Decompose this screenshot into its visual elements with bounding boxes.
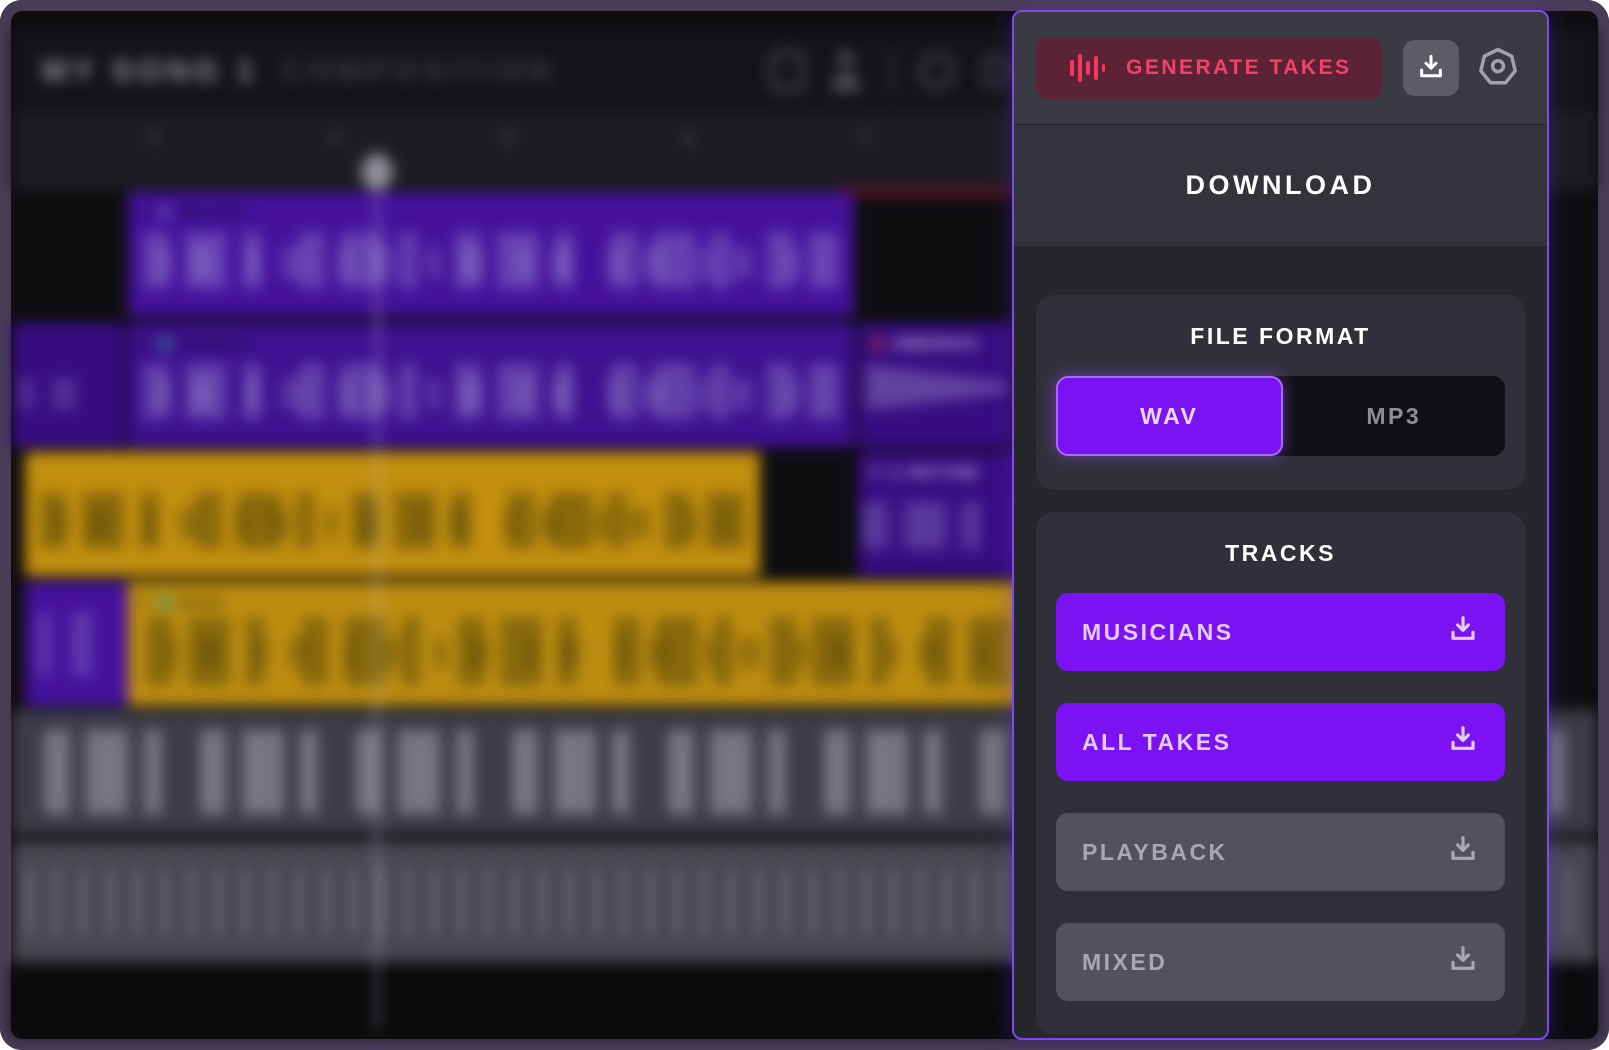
ruler-mark: 6	[684, 130, 693, 148]
snap-grid-icon	[770, 51, 804, 91]
toolbar-divider	[890, 48, 893, 94]
panel-body: FILE FORMAT WAV MP3 TRACKS MUSICIANS	[1014, 247, 1547, 1035]
muted-clip-edge	[836, 187, 1012, 197]
download-panel: GENERATE TAKES DOWNLOAD	[1012, 10, 1549, 1040]
panel-title: DOWNLOAD	[1186, 170, 1376, 201]
download-icon	[1447, 613, 1479, 651]
file-format-toggle: WAV MP3	[1056, 376, 1505, 456]
download-icon	[1447, 723, 1479, 761]
track-label: MELODY	[179, 204, 248, 220]
clip-purple-small	[25, 582, 128, 706]
download-icon	[1416, 52, 1446, 85]
download-all-takes-button[interactable]: ALL TAKES	[1056, 703, 1505, 781]
download-mixed-button[interactable]: MIXED	[1056, 923, 1505, 1001]
clip-ambience: AMBIENCE	[858, 323, 1013, 447]
download-playback-button[interactable]: PLAYBACK	[1056, 813, 1505, 891]
generate-takes-label: GENERATE TAKES	[1126, 56, 1352, 80]
song-subtitle: COMPOSITION	[281, 53, 556, 89]
clip-bass: BASS	[128, 582, 1040, 706]
download-icon	[1447, 943, 1479, 981]
download-icon	[1447, 833, 1479, 871]
format-option-mp3[interactable]: MP3	[1283, 376, 1506, 456]
file-format-card: FILE FORMAT WAV MP3	[1036, 295, 1525, 490]
format-option-wav[interactable]: WAV	[1056, 376, 1283, 456]
file-format-title: FILE FORMAT	[1056, 323, 1505, 350]
playhead-line	[376, 152, 379, 1030]
clip-chorus-tail	[12, 323, 124, 447]
gear-icon	[1477, 46, 1519, 91]
mixed-label: MIXED	[1082, 949, 1167, 976]
clip-chorus: CHORUS	[128, 323, 854, 447]
tracks-card: TRACKS MUSICIANS ALL TAKES	[1036, 512, 1525, 1035]
download-toggle-button[interactable]	[1403, 40, 1459, 96]
tracks-title: TRACKS	[1056, 540, 1505, 567]
all-takes-label: ALL TAKES	[1082, 729, 1231, 756]
waveform-icon	[1066, 48, 1106, 88]
track-label: AMBIENCE	[892, 335, 979, 351]
track-label: RHYTHM	[909, 464, 978, 480]
download-musicians-button[interactable]: MUSICIANS	[1056, 593, 1505, 671]
app-window: MY SONG 1 COMPOSITION D 3 4 5 6 7 MELODY	[0, 0, 1609, 1050]
song-title: MY SONG 1	[42, 53, 259, 89]
ruler-mark: 4	[330, 130, 339, 148]
musicians-label: MUSICIANS	[1082, 619, 1234, 646]
ruler-mark: 3	[149, 130, 158, 148]
ruler-mark: 5	[504, 130, 513, 148]
playback-label: PLAYBACK	[1082, 839, 1228, 866]
timeline-toolbar: D	[770, 44, 1014, 98]
user-icon	[830, 51, 864, 91]
ruler-mark: 7	[862, 130, 871, 148]
panel-header: GENERATE TAKES	[1014, 12, 1547, 125]
track-label: BASS	[179, 594, 224, 610]
track-label: CHORUS	[179, 335, 249, 351]
playhead-marker	[361, 154, 393, 190]
eye-icon	[919, 53, 955, 89]
clip-melody: MELODY	[128, 192, 854, 316]
settings-button[interactable]	[1471, 41, 1525, 95]
toolbar-letter: D	[981, 44, 1014, 98]
panel-title-bar: DOWNLOAD	[1014, 125, 1547, 247]
clip-yellow-1	[25, 452, 760, 576]
generate-takes-button[interactable]: GENERATE TAKES	[1036, 37, 1382, 99]
